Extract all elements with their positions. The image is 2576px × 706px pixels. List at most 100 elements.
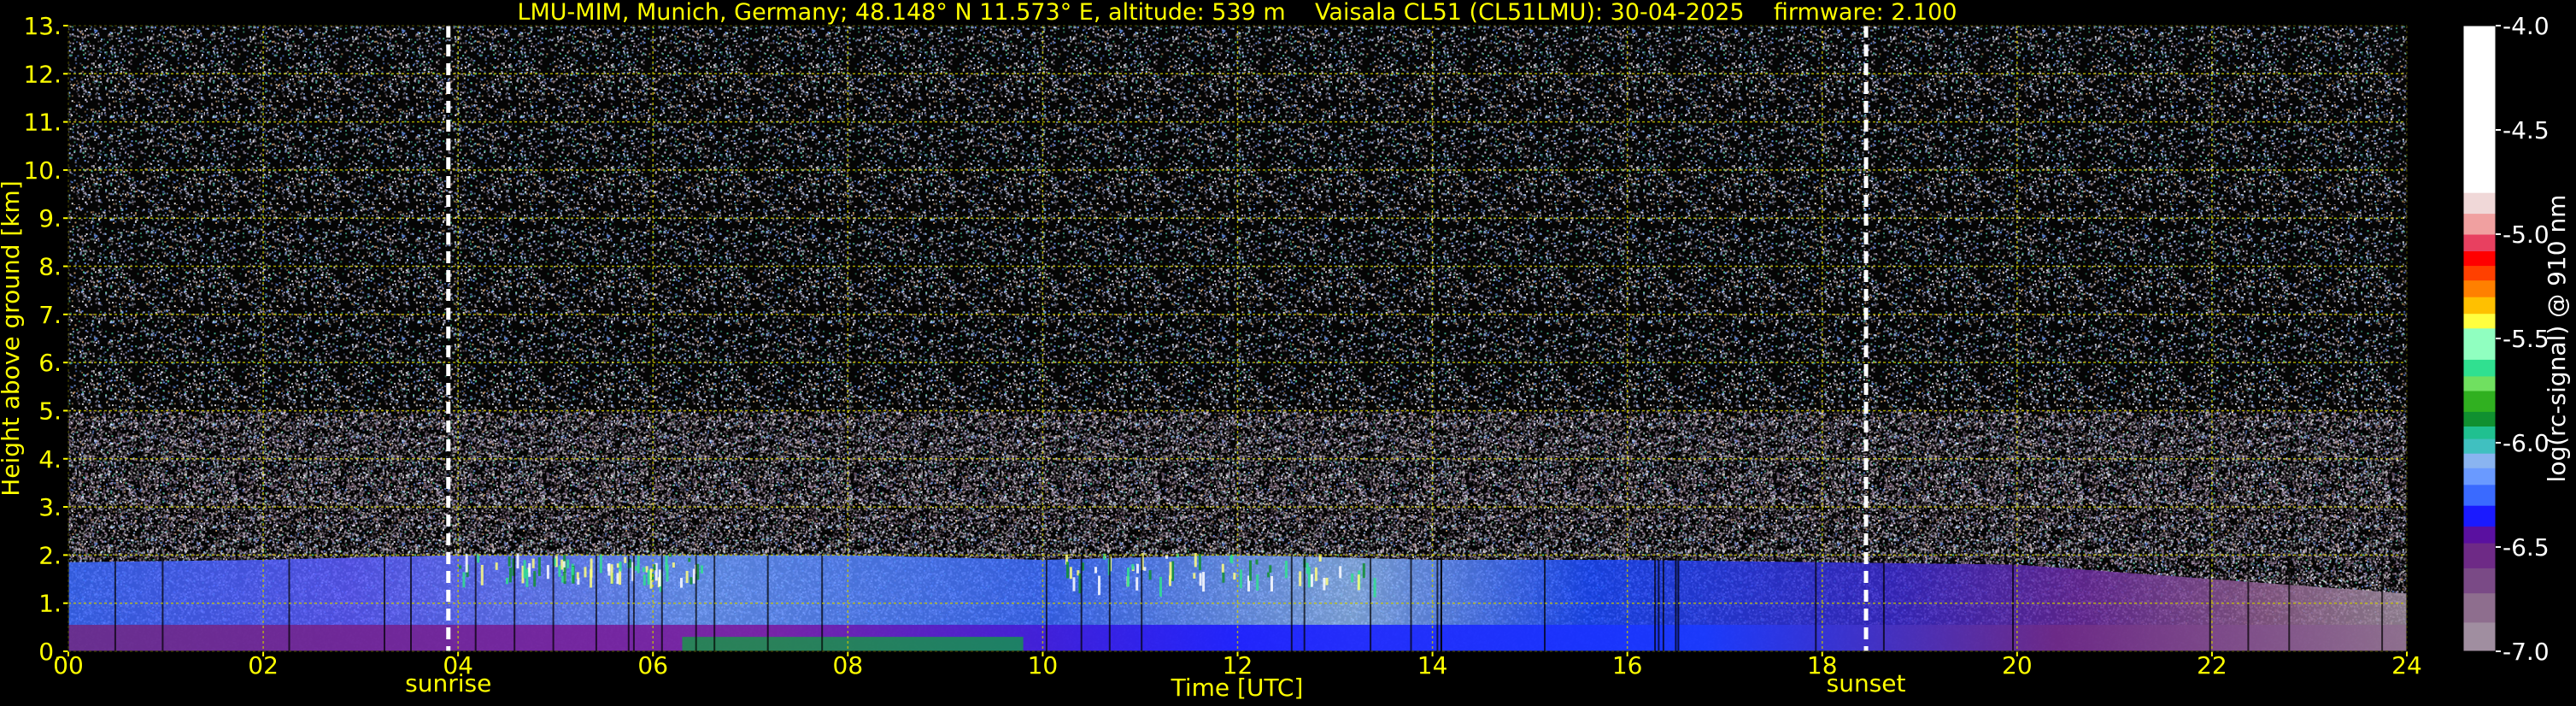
cloud-speck (1171, 561, 1175, 581)
cloud-speck (1143, 567, 1147, 571)
colorbar-label: log(rc-signal) @ 910 nm (2543, 195, 2571, 483)
colorbar-segment (2463, 327, 2496, 360)
cloud-speck (566, 559, 570, 568)
cloud-speck (590, 558, 593, 578)
cloud-speck (1233, 573, 1236, 580)
cloud-speck (616, 563, 619, 568)
y-tick-label: 6. (38, 349, 62, 377)
cloud-speck (1199, 573, 1202, 586)
colorbar-segment (2463, 484, 2496, 506)
cloud-speck (525, 568, 529, 587)
colorbar-segment (2463, 592, 2496, 623)
cloud-speck (1373, 578, 1376, 597)
cloud-speck (643, 567, 645, 573)
y-axis-label: Height above ground [km] (0, 180, 25, 497)
cloud-speck (1135, 577, 1139, 591)
cloud-speck (701, 565, 703, 574)
colorbar-segment (2463, 250, 2496, 267)
cloud-speck (1267, 572, 1270, 578)
cloud-speck (1169, 562, 1172, 580)
cloud-speck (634, 566, 637, 571)
cloud-speck (1098, 575, 1100, 596)
cloud-speck (1325, 577, 1329, 585)
cloud-speck (523, 560, 526, 579)
colorbar-tick-label: -4.0 (2503, 12, 2550, 40)
cloud-speck (658, 569, 661, 587)
cloud-speck (1270, 575, 1273, 591)
cloud-speck (531, 558, 535, 568)
cloud-speck (1159, 576, 1162, 597)
y-tick-label: 0. (38, 638, 62, 666)
cloud-speck (1249, 560, 1252, 581)
y-tick-label: 12. (23, 60, 62, 88)
colorbar-segment (2463, 192, 2496, 215)
cloud-speck (1193, 573, 1196, 579)
cloud-speck (672, 562, 675, 568)
y-tick-label: 3. (38, 493, 62, 521)
colorbar-segment (2463, 526, 2496, 544)
cloud-speck (616, 573, 619, 585)
cloud-speck (685, 571, 689, 583)
x-tick-label: 02 (248, 651, 279, 680)
colorbar-segment (2463, 453, 2496, 468)
x-tick-label: 16 (1612, 651, 1643, 680)
cloud-speck (459, 565, 462, 569)
chart-title: LMU-MIM, Munich, Germany; 48.148° N 11.5… (517, 0, 1957, 26)
cloud-speck (680, 578, 683, 588)
colorbar-tick-label: -7.0 (2503, 638, 2550, 666)
colorbar-segment (2463, 279, 2496, 297)
cloud-speck (688, 557, 691, 562)
cloud-speck (546, 565, 549, 580)
cloud-speck (508, 568, 512, 583)
cloud-speck (480, 565, 484, 585)
cloud-speck (1269, 565, 1272, 573)
cloud-speck (1351, 573, 1354, 583)
cloud-speck (637, 556, 640, 574)
cloud-speck (462, 572, 466, 588)
cloud-speck (692, 568, 695, 584)
x-tick-label: 22 (2197, 651, 2227, 680)
cloud-speck (563, 567, 566, 585)
plot-area (67, 25, 2408, 652)
cloud-speck (495, 562, 498, 570)
colorbar-segment (2463, 213, 2496, 235)
cloud-speck (599, 555, 602, 574)
cloud-speck (537, 556, 541, 576)
cloud-speck (1148, 570, 1152, 580)
cloud-speck (1069, 567, 1072, 580)
cloud-speck (571, 566, 574, 575)
cloud-speck (1256, 574, 1259, 591)
y-tick-label: 9. (38, 204, 62, 232)
cloud-speck (1202, 572, 1206, 592)
colorbar-tick-label: -6.5 (2503, 533, 2550, 562)
colorbar-segment (2463, 313, 2496, 329)
y-tick-label: 11. (23, 109, 62, 137)
colorbar-segment (2463, 391, 2496, 412)
cloud-speck (1239, 569, 1242, 589)
cloud-speck (1094, 567, 1097, 574)
colorbar-segment (2463, 505, 2496, 527)
cloud-speck (533, 571, 537, 587)
y-tick-label: 7. (38, 301, 62, 329)
y-tick-label: 10. (23, 156, 62, 185)
colorbar-segment (2463, 297, 2496, 315)
ceilometer-chart: LMU-MIM, Munich, Germany; 48.148° N 11.5… (0, 0, 2576, 706)
y-tick-label: 13. (23, 12, 62, 40)
cloud-speck (584, 567, 587, 578)
cloud-speck (1284, 561, 1288, 579)
cloud-speck (643, 574, 646, 586)
cloud-speck (1362, 563, 1365, 579)
cloud-speck (607, 564, 610, 572)
cloud-speck (619, 562, 622, 572)
colorbar-segment (2463, 438, 2496, 454)
cloud-speck (1072, 577, 1076, 591)
marker-label-sunset: sunset (1827, 669, 1906, 697)
green-patch (682, 637, 1024, 651)
cloud-speck (619, 568, 622, 585)
cloud-speck (506, 577, 508, 585)
y-tick-label: 2. (38, 541, 62, 569)
colorbar-segment (2463, 568, 2496, 594)
y-tick-label: 5. (38, 397, 62, 425)
cloud-speck (558, 565, 561, 577)
y-tick-label: 1. (38, 590, 62, 618)
